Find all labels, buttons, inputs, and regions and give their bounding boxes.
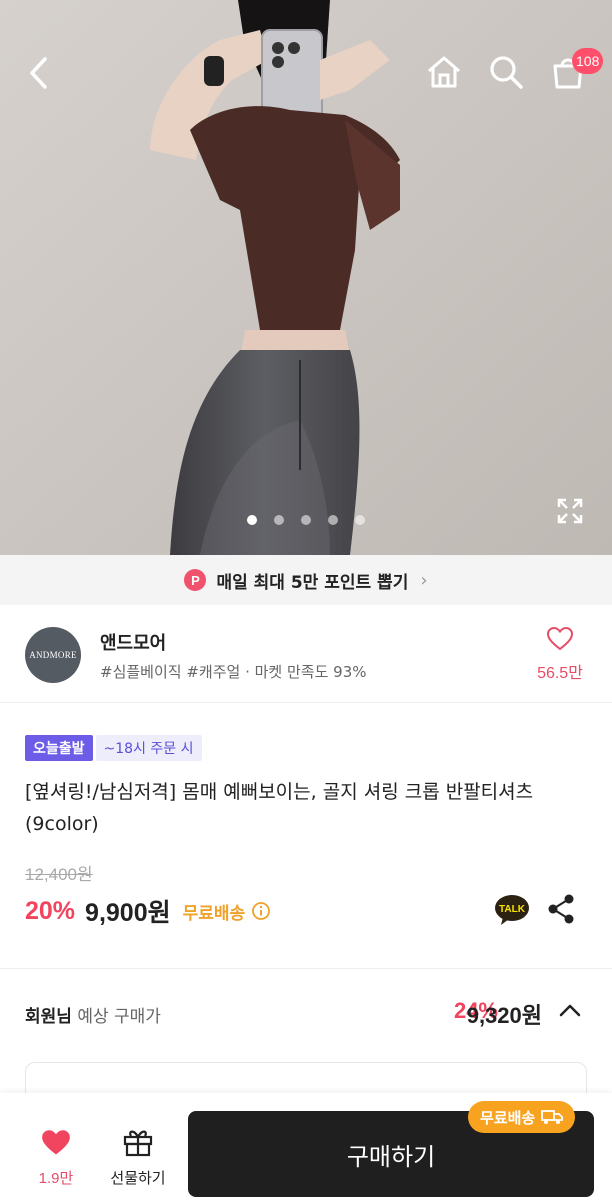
point-banner-text: 매일 최대 5만 포인트 뽑기 <box>216 572 409 593</box>
kakao-talk-button[interactable]: TALK <box>494 893 530 931</box>
section-divider <box>0 968 612 969</box>
gallery-dot[interactable] <box>274 515 284 525</box>
like-count: 1.9만 <box>38 1170 74 1187</box>
store-like-count: 56.5만 <box>537 665 583 682</box>
truck-icon <box>541 1110 564 1124</box>
share-icon <box>548 894 574 924</box>
store-logo[interactable]: ANDMORE <box>25 627 81 683</box>
point-event-banner[interactable]: P 매일 최대 5만 포인트 뽑기 › <box>0 555 612 605</box>
search-icon <box>490 56 523 89</box>
search-button[interactable] <box>486 52 526 92</box>
today-shipping-badge: 오늘출발 <box>25 735 93 761</box>
gift-label: 선물하기 <box>110 1169 166 1187</box>
sale-price: 9,900원 <box>85 899 171 927</box>
like-button[interactable]: 1.9만 <box>22 1129 90 1188</box>
cart-count-badge: 108 <box>572 48 604 74</box>
point-badge: P <box>184 569 207 591</box>
original-price: 12,400원 <box>25 865 93 884</box>
price-row: 20% 9,900원 무료배송 <box>25 893 271 929</box>
gallery-dot[interactable] <box>355 515 365 525</box>
free-shipping-label: 무료배송 <box>182 903 246 924</box>
home-icon <box>428 56 460 88</box>
product-title: [옆셔링!/남심저격] 몸매 예뻐보이는, 골지 셔링 크롭 반팔티셔츠 (9c… <box>25 781 534 835</box>
delivery-badges: 오늘출발 ~18시 주문 시 <box>25 735 202 761</box>
store-tags: #심플베이직 #캐주얼 · 마켓 만족도 93% <box>100 663 367 681</box>
bottom-action-bar: 1.9만 선물하기 구매하기 무료배송 <box>0 1093 612 1200</box>
expand-button[interactable] <box>552 495 588 527</box>
back-button[interactable] <box>20 55 56 91</box>
chevron-right-icon: › <box>420 569 428 591</box>
talk-label: TALK <box>499 904 526 915</box>
store-name[interactable]: 앤드모어 <box>100 629 166 655</box>
chevron-up-icon[interactable] <box>558 1002 582 1018</box>
gallery-dot[interactable] <box>247 515 257 525</box>
ship-badge-label: 무료배송 <box>480 1108 536 1127</box>
free-shipping-badge: 무료배송 <box>468 1101 576 1133</box>
member-label-rest: 예상 구매가 <box>71 1007 161 1027</box>
store-like-button[interactable]: 56.5만 <box>528 626 592 683</box>
gallery-dot[interactable] <box>301 515 311 525</box>
product-image-gallery[interactable]: 108 <box>0 0 612 555</box>
kakao-talk-icon: TALK <box>495 895 529 925</box>
gift-icon <box>123 1130 153 1157</box>
gallery-pagination[interactable] <box>247 515 365 525</box>
home-button[interactable] <box>424 52 464 92</box>
member-price-row[interactable]: 회원님 예상 구매가 24% 9,320원 <box>25 998 590 1032</box>
share-button[interactable] <box>546 893 576 929</box>
member-label-strong: 회원님 <box>25 1007 72 1027</box>
store-info[interactable]: ANDMORE 앤드모어 #심플베이직 #캐주얼 · 마켓 만족도 93% 56… <box>0 605 612 703</box>
discount-rate: 20% <box>25 896 76 925</box>
gift-button[interactable]: 선물하기 <box>100 1127 176 1188</box>
heart-outline-icon <box>546 626 574 651</box>
chevron-left-icon <box>30 57 47 89</box>
expand-icon <box>557 498 583 524</box>
heart-filled-icon <box>42 1130 70 1155</box>
member-price-label: 회원님 예상 구매가 <box>25 1002 161 1027</box>
info-icon[interactable] <box>251 901 271 921</box>
member-price: 9,320원 <box>466 1003 542 1028</box>
order-deadline-badge: ~18시 주문 시 <box>95 735 202 761</box>
gallery-dot[interactable] <box>328 515 338 525</box>
